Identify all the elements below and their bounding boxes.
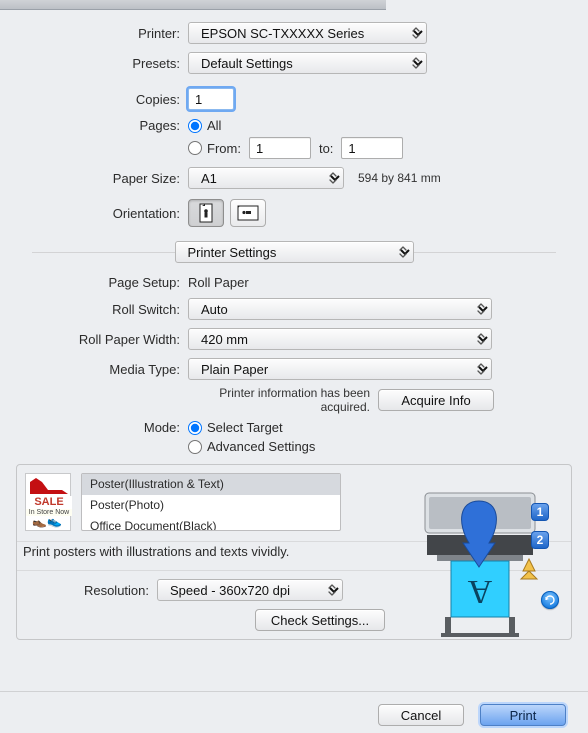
pages-from-input[interactable] <box>249 137 311 159</box>
info-acquired-text: Printer information has been acquired. <box>188 386 378 414</box>
list-item[interactable]: Poster(Illustration & Text) <box>82 474 340 495</box>
roll-width-select[interactable]: 420 mm <box>188 328 492 350</box>
check-settings-button[interactable]: Check Settings... <box>255 609 385 631</box>
mode-advanced-label: Advanced Settings <box>207 439 315 454</box>
roll-switch-label: Roll Switch: <box>16 302 188 317</box>
preview-letter: A <box>467 573 492 610</box>
acquire-info-button[interactable]: Acquire Info <box>378 389 494 411</box>
pages-to-input[interactable] <box>341 137 403 159</box>
list-item[interactable]: Office Document(Black) <box>82 516 340 531</box>
orientation-portrait-button[interactable] <box>188 199 224 227</box>
pages-all-radio[interactable] <box>188 119 202 133</box>
media-type-select[interactable]: Plain Paper <box>188 358 492 380</box>
section-select[interactable]: Printer Settings <box>175 241 414 263</box>
landscape-page-icon <box>237 204 259 222</box>
badge-one: 1 <box>531 503 549 521</box>
pages-range-radio[interactable] <box>188 141 202 155</box>
mode-select-target-radio[interactable] <box>188 421 202 435</box>
mode-label: Mode: <box>16 420 188 435</box>
paper-size-note: 594 by 841 mm <box>358 171 441 185</box>
portrait-page-icon <box>197 203 215 223</box>
media-type-label: Media Type: <box>16 362 188 377</box>
target-listbox[interactable]: Poster(Illustration & Text) Poster(Photo… <box>81 473 341 531</box>
page-setup-label: Page Setup: <box>16 275 188 290</box>
resolution-select[interactable]: Speed - 360x720 dpi <box>157 579 343 601</box>
roll-switch-select[interactable]: Auto <box>188 298 492 320</box>
printer-illustration: A 1 2 <box>419 473 559 641</box>
cancel-button[interactable]: Cancel <box>378 704 464 726</box>
printer-select[interactable]: EPSON SC-TXXXXX Series <box>188 22 427 44</box>
print-button[interactable]: Print <box>480 704 566 726</box>
presets-select[interactable]: Default Settings <box>188 52 427 74</box>
orientation-landscape-button[interactable] <box>230 199 266 227</box>
paper-size-label: Paper Size: <box>16 171 188 186</box>
list-item[interactable]: Poster(Photo) <box>82 495 340 516</box>
orientation-label: Orientation: <box>16 206 188 221</box>
paper-size-select[interactable]: A1 <box>188 167 344 189</box>
thumb-shoes-small: 👞👟 <box>32 514 62 528</box>
presets-label: Presets: <box>16 56 188 71</box>
roll-width-label: Roll Paper Width: <box>16 332 188 347</box>
sync-icon <box>541 591 559 609</box>
pages-from-label: From: <box>207 141 241 156</box>
page-setup-value: Roll Paper <box>188 275 249 290</box>
target-hint: Print posters with illustrations and tex… <box>23 544 289 559</box>
copies-input[interactable] <box>188 88 234 110</box>
pages-label: Pages: <box>16 118 188 133</box>
printer-label: Printer: <box>16 26 188 41</box>
shoe-icon <box>28 476 70 496</box>
resolution-label: Resolution: <box>25 583 157 598</box>
target-preview-thumb: SALE In Store Now 👞👟 <box>25 473 71 531</box>
badge-two: 2 <box>531 531 549 549</box>
thumb-sale-text: SALE <box>26 496 72 508</box>
mode-advanced-radio[interactable] <box>188 440 202 454</box>
pages-to-label: to: <box>319 141 333 156</box>
mode-select-target-label: Select Target <box>207 420 283 435</box>
window-tab-bar <box>0 0 386 10</box>
copies-label: Copies: <box>16 92 188 107</box>
pages-all-label: All <box>207 118 221 133</box>
